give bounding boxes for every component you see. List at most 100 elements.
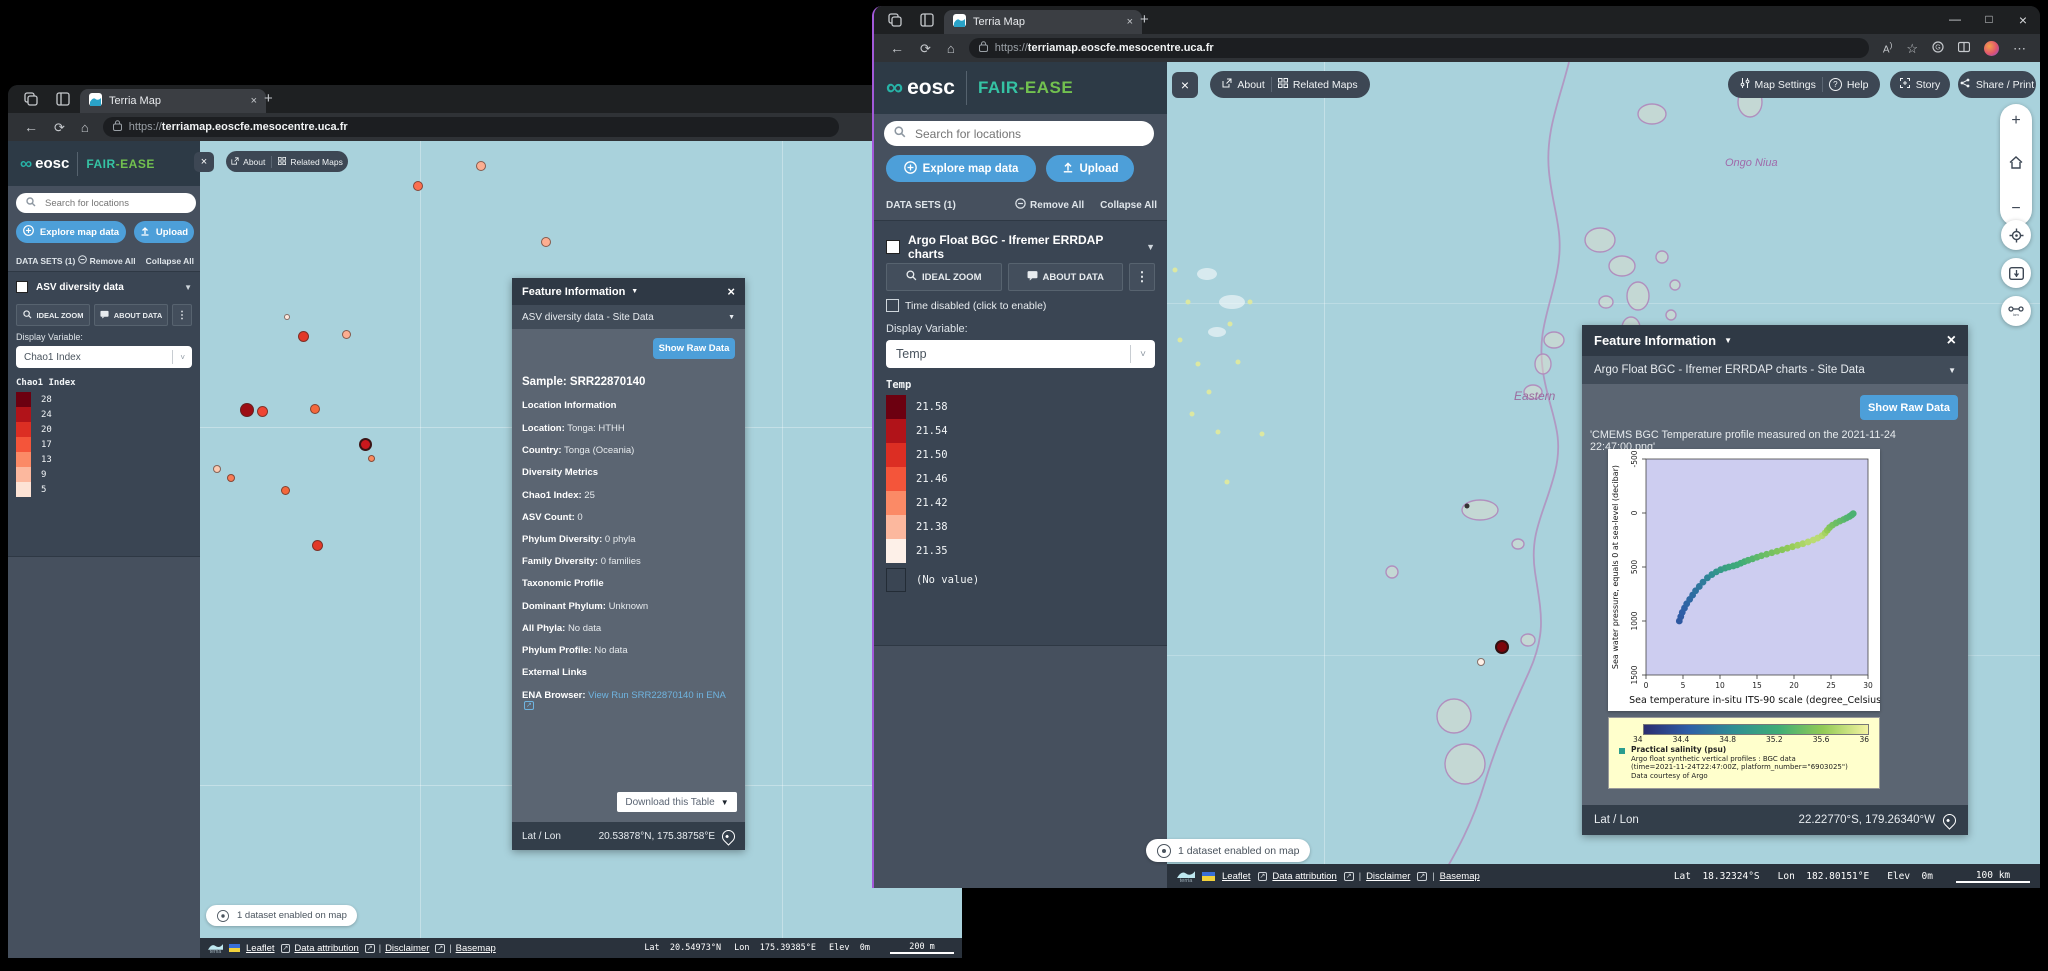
related-maps-button[interactable]: Related Maps [1278, 78, 1358, 91]
tab-close-icon[interactable]: × [1127, 16, 1133, 28]
site-data-point[interactable] [1477, 658, 1485, 666]
pin-icon[interactable] [719, 827, 737, 845]
explore-map-data-button[interactable]: Explore map data [16, 221, 126, 243]
collections-icon[interactable]: G [1932, 41, 1944, 55]
feature-source-row[interactable]: Argo Float BGC - Ifremer ERRDAP charts -… [1582, 356, 1968, 384]
remove-all-button[interactable]: Remove All [78, 255, 136, 266]
site-data-point[interactable] [1495, 640, 1509, 654]
attribution-link[interactable]: Data attribution [294, 943, 358, 954]
workspaces-icon[interactable] [24, 92, 38, 108]
close-icon[interactable]: × [1947, 332, 1956, 350]
upload-button[interactable]: Upload [134, 221, 194, 243]
favorites-star-icon[interactable]: ☆ [1906, 42, 1918, 55]
kebab-menu-icon[interactable]: ⋮ [172, 304, 192, 326]
attribution-link[interactable]: Disclaimer [1366, 871, 1410, 882]
search-input[interactable] [43, 197, 186, 210]
search-input[interactable] [913, 126, 1144, 142]
map-settings-button[interactable]: Map Settings [1740, 78, 1816, 91]
compare-split-button[interactable] [2001, 258, 2031, 288]
workspaces-icon[interactable] [888, 13, 902, 29]
share-print-button[interactable]: Share / Print [1958, 71, 2036, 98]
help-button[interactable]: ? Help [1829, 78, 1869, 91]
site-data-point[interactable] [312, 540, 323, 551]
address-bar[interactable]: https://terriamap.eoscfe.mesocentre.uca.… [103, 117, 839, 137]
explore-map-data-button[interactable]: Explore map data [886, 155, 1036, 182]
attribution-link[interactable]: Disclaimer [385, 943, 429, 954]
about-data-button[interactable]: ABOUT DATA [1008, 263, 1124, 291]
site-data-point[interactable] [342, 330, 351, 339]
feature-link-row[interactable]: ENA Browser: View Run SRR22870140 in ENA… [522, 690, 735, 712]
show-raw-data-button[interactable]: Show Raw Data [653, 338, 735, 359]
attribution-link[interactable]: Leaflet [1222, 871, 1251, 882]
dataset-checkbox[interactable] [16, 281, 28, 293]
collapse-sidebar-button[interactable]: × [194, 152, 214, 172]
profile-avatar[interactable] [1984, 41, 1999, 56]
dataset-title-row[interactable]: ASV diversity data ▼ [8, 272, 200, 299]
site-data-point[interactable] [213, 465, 221, 473]
chevron-down-icon[interactable]: ▼ [1146, 242, 1155, 252]
tab-close-icon[interactable]: × [251, 95, 257, 107]
browser-tab[interactable]: Terria Map × [80, 89, 266, 113]
about-data-button[interactable]: ABOUT DATA [94, 304, 168, 326]
chevron-down-icon[interactable]: ▼ [728, 314, 735, 321]
attribution-link[interactable]: Leaflet [246, 943, 275, 954]
split-screen-icon[interactable] [1958, 41, 1970, 55]
panel-chevron-icon[interactable]: ▼ [1724, 336, 1732, 345]
related-maps-button[interactable]: Related Maps [278, 157, 342, 167]
measure-tool-button[interactable]: km [2001, 296, 2031, 326]
close-icon[interactable]: × [727, 284, 735, 299]
chevron-down-icon[interactable]: ▼ [184, 283, 192, 292]
upload-button[interactable]: Upload [1046, 155, 1134, 182]
story-button[interactable]: Story [1890, 71, 1950, 98]
new-tab-icon[interactable]: + [1140, 12, 1149, 27]
attribution-link[interactable]: Basemap [456, 943, 496, 954]
site-data-point[interactable] [368, 455, 375, 462]
maximize-button[interactable]: □ [1972, 12, 2006, 28]
reload-icon[interactable]: ⟳ [54, 121, 65, 134]
dataset-checkbox[interactable] [886, 240, 900, 254]
address-bar[interactable]: https://terriamap.eoscfe.mesocentre.uca.… [969, 38, 1869, 58]
collapse-all-button[interactable]: Collapse All [146, 256, 194, 266]
new-tab-icon[interactable]: + [264, 91, 273, 106]
pin-icon[interactable] [1940, 811, 1958, 829]
home-icon[interactable]: ⌂ [947, 42, 955, 55]
dataset-enabled-pill[interactable]: 1 dataset enabled on map [206, 905, 357, 926]
site-data-point[interactable] [281, 486, 290, 495]
read-aloud-icon[interactable]: A) [1883, 41, 1892, 55]
back-icon[interactable]: ← [890, 41, 904, 55]
display-variable-select[interactable]: Temp ˅ [886, 340, 1155, 368]
sidebar-toggle-icon[interactable] [920, 13, 934, 29]
about-button[interactable]: About [1222, 78, 1264, 91]
site-data-point[interactable] [476, 161, 486, 171]
site-data-point[interactable] [284, 314, 290, 320]
dataset-title-row[interactable]: Argo Float BGC - Ifremer ERRDAP charts ▼ [874, 221, 1167, 269]
browser-menu-icon[interactable]: ⋯ [2013, 42, 2026, 55]
time-toggle-row[interactable]: Time disabled (click to enable) [886, 299, 1046, 312]
minimize-button[interactable]: — [1938, 12, 1972, 28]
site-data-point[interactable] [359, 438, 372, 451]
site-data-point[interactable] [227, 474, 235, 482]
zoom-out-button[interactable]: − [2011, 200, 2020, 218]
home-icon[interactable]: ⌂ [81, 121, 89, 134]
site-data-point[interactable] [240, 403, 254, 417]
site-data-point[interactable] [413, 181, 423, 191]
ideal-zoom-button[interactable]: IDEAL ZOOM [16, 304, 90, 326]
site-data-point[interactable] [310, 404, 320, 414]
collapse-all-button[interactable]: Collapse All [1100, 200, 1157, 211]
zoom-in-button[interactable]: + [2011, 112, 2020, 130]
site-data-point[interactable] [298, 331, 309, 342]
site-data-point[interactable] [541, 237, 551, 247]
panel-chevron-icon[interactable]: ▼ [631, 288, 638, 295]
close-window-button[interactable]: × [2006, 12, 2040, 28]
remove-all-button[interactable]: Remove All [1015, 198, 1084, 212]
site-data-point[interactable] [257, 406, 268, 417]
location-search[interactable] [884, 121, 1154, 146]
time-checkbox[interactable] [886, 299, 899, 312]
about-button[interactable]: About [231, 157, 265, 167]
attribution-link[interactable]: Data attribution [1272, 871, 1336, 882]
feature-source-row[interactable]: ASV diversity data - Site Data ▼ [512, 305, 745, 329]
kebab-menu-icon[interactable]: ⋮ [1129, 263, 1155, 291]
dataset-enabled-pill[interactable]: 1 dataset enabled on map [1146, 839, 1310, 862]
collapse-sidebar-button[interactable]: × [1172, 72, 1198, 98]
location-search[interactable] [16, 193, 196, 213]
